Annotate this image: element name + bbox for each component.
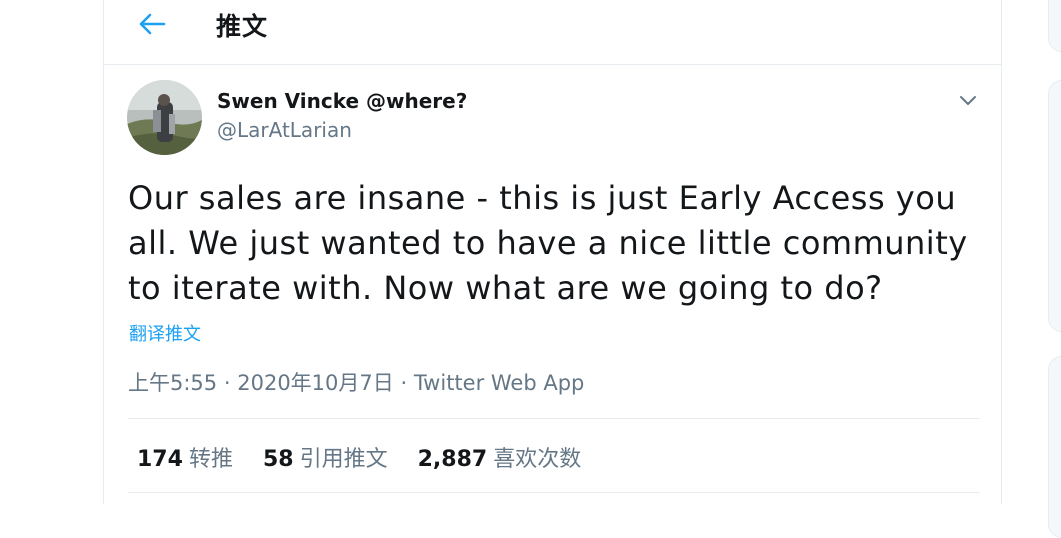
likes-label: 喜欢次数 — [493, 447, 582, 472]
tweet-source[interactable]: Twitter Web App — [414, 371, 585, 395]
quotes-count: 58 — [262, 447, 294, 472]
page-title: 推文 — [216, 12, 269, 41]
quotes-label: 引用推文 — [299, 447, 388, 472]
author-handle[interactable]: @LarAtLarian — [217, 118, 352, 142]
sidebar-card — [1048, 356, 1061, 538]
avatar[interactable] — [127, 80, 202, 155]
tweet-metadata: 上午5:55 · 2020年10月7日 · Twitter Web App — [128, 367, 584, 397]
more-options-button[interactable] — [954, 86, 982, 114]
meta-separator: · — [400, 371, 408, 395]
back-button[interactable] — [132, 8, 172, 40]
tweet-stats: 174 转推 58 引用推文 2,887 喜欢次数 — [137, 441, 611, 473]
likes-stat[interactable]: 2,887 喜欢次数 — [418, 441, 582, 473]
translate-tweet-link[interactable]: 翻译推文 — [129, 320, 201, 346]
retweets-count: 174 — [137, 447, 183, 472]
tweet-detail-column: 推文 Swen Vincke @where? @LarAtLarian Our … — [103, 0, 1002, 504]
retweets-label: 转推 — [188, 447, 233, 472]
tweet-text: Our sales are insane - this is just Earl… — [128, 179, 968, 307]
tweet-date[interactable]: 2020年10月7日 — [237, 371, 394, 395]
sidebar-card — [1048, 0, 1061, 52]
avatar-image — [127, 80, 202, 155]
back-arrow-icon — [139, 13, 166, 35]
tweet-time[interactable]: 上午5:55 — [128, 371, 217, 395]
meta-separator: · — [223, 371, 231, 395]
chevron-down-icon — [960, 96, 976, 105]
page-header: 推文 — [104, 0, 1001, 65]
retweets-stat[interactable]: 174 转推 — [137, 441, 233, 473]
divider — [128, 418, 980, 419]
quotes-stat[interactable]: 58 引用推文 — [263, 441, 388, 473]
author-display-name[interactable]: Swen Vincke @where? — [217, 89, 467, 113]
likes-count: 2,887 — [417, 447, 488, 472]
divider — [128, 492, 980, 493]
sidebar-card — [1048, 80, 1061, 332]
